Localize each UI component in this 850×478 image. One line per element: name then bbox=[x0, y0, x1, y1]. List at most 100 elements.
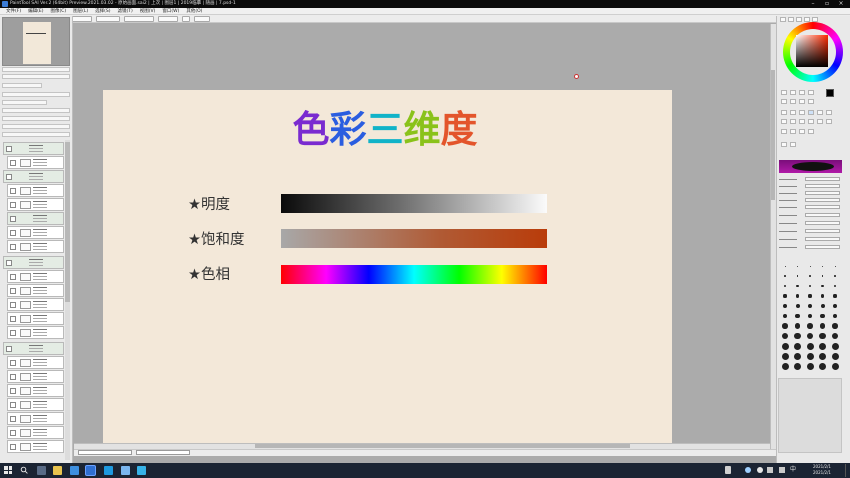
brush-size-dot[interactable] bbox=[820, 304, 825, 308]
layer-item[interactable] bbox=[7, 356, 64, 369]
menu-view[interactable]: 视图(V) bbox=[140, 8, 156, 14]
tool-icon[interactable] bbox=[799, 99, 805, 104]
layer-item[interactable] bbox=[7, 198, 64, 211]
brush-tool-icon[interactable] bbox=[817, 110, 823, 115]
brush-size-dot[interactable] bbox=[834, 265, 836, 267]
brush-size-dot[interactable] bbox=[806, 332, 814, 340]
menu-select[interactable]: 选择(S) bbox=[95, 8, 110, 14]
brush-size-dot[interactable] bbox=[832, 313, 838, 319]
brush-tool-icon[interactable] bbox=[799, 129, 805, 134]
tool-icon[interactable] bbox=[790, 90, 796, 95]
brush-tool-icon[interactable] bbox=[808, 129, 814, 134]
layer-mode-dropdown[interactable] bbox=[2, 83, 42, 88]
brush-tool-icon[interactable] bbox=[826, 119, 832, 124]
brush-size-dot[interactable] bbox=[808, 294, 812, 298]
brush-size-dot[interactable] bbox=[819, 332, 826, 340]
brush-size-dot[interactable] bbox=[794, 352, 801, 360]
layer-item[interactable] bbox=[7, 312, 64, 325]
layer-folder[interactable] bbox=[7, 212, 64, 225]
menu-edit[interactable]: 编辑(E) bbox=[28, 8, 43, 14]
brush-preset-panel[interactable] bbox=[778, 378, 842, 453]
pressure-row[interactable] bbox=[779, 245, 842, 249]
brush-size-dot[interactable] bbox=[782, 313, 788, 319]
painttool-sai-icon[interactable] bbox=[86, 466, 95, 475]
brush-size-dot[interactable] bbox=[809, 275, 811, 277]
rotation-dropdown[interactable] bbox=[158, 16, 178, 22]
taskbar-clock[interactable]: 2021/2/1 2021/2/1 bbox=[802, 464, 842, 476]
brush-size-dot[interactable] bbox=[821, 284, 824, 288]
brush-tool-icon[interactable] bbox=[817, 119, 823, 124]
brush-size-dot[interactable] bbox=[809, 265, 811, 267]
brush-tool-icon[interactable] bbox=[790, 119, 796, 124]
rgb-toggle-icon[interactable] bbox=[788, 17, 794, 22]
volume-icon[interactable] bbox=[779, 467, 785, 473]
brush-size-dot[interactable] bbox=[819, 342, 826, 350]
layer-item[interactable] bbox=[7, 184, 64, 197]
tool-icon[interactable] bbox=[799, 90, 805, 95]
app-icon-cyan[interactable] bbox=[137, 466, 146, 475]
brush-size-dot[interactable] bbox=[784, 265, 786, 267]
blending-slider[interactable] bbox=[779, 221, 842, 225]
tray-icon[interactable] bbox=[757, 467, 763, 473]
app-icon-light-blue[interactable] bbox=[121, 466, 130, 475]
brush-tool-icon[interactable] bbox=[790, 142, 796, 147]
brush-size-dot[interactable] bbox=[808, 304, 812, 308]
brush-size-dot[interactable] bbox=[796, 275, 799, 277]
layer-item[interactable] bbox=[7, 412, 64, 425]
brush-size-dot[interactable] bbox=[794, 342, 801, 350]
brush-tool-icon[interactable] bbox=[781, 110, 787, 115]
tray-icon[interactable] bbox=[767, 467, 773, 473]
minimize-icon[interactable]: – bbox=[806, 0, 820, 8]
brush-size-dot[interactable] bbox=[783, 284, 787, 288]
brush-shape-row[interactable] bbox=[779, 205, 842, 209]
brush-size-dot[interactable] bbox=[821, 275, 824, 277]
toolbar-button[interactable] bbox=[182, 16, 190, 22]
hsv-toggle-icon[interactable] bbox=[796, 17, 802, 22]
brush-size-dot[interactable] bbox=[795, 294, 800, 298]
task-view-icon[interactable] bbox=[37, 466, 46, 475]
brush-tool-icon[interactable] bbox=[781, 119, 787, 124]
brush-size-dot[interactable] bbox=[807, 323, 813, 329]
brush-tool-icon[interactable] bbox=[808, 119, 814, 124]
tray-icon[interactable] bbox=[745, 467, 751, 473]
brush-size-dot[interactable] bbox=[781, 362, 789, 370]
layer-folder[interactable] bbox=[3, 170, 64, 183]
layer-item[interactable] bbox=[7, 370, 64, 383]
toolbar-dropdown[interactable] bbox=[96, 16, 120, 22]
brush-size-dot[interactable] bbox=[781, 332, 789, 340]
brush-size-dot[interactable] bbox=[833, 294, 837, 298]
brush-tool-icon-selected[interactable] bbox=[808, 110, 814, 115]
search-icon[interactable] bbox=[20, 466, 28, 474]
layer-folder[interactable] bbox=[3, 342, 64, 355]
layer-item[interactable] bbox=[7, 426, 64, 439]
toolbar-button[interactable] bbox=[194, 16, 210, 22]
layer-item[interactable] bbox=[7, 398, 64, 411]
brush-size-slider[interactable] bbox=[779, 184, 842, 188]
brush-size-dot[interactable] bbox=[831, 352, 839, 360]
layer-item[interactable] bbox=[7, 156, 64, 169]
brush-size-dot[interactable] bbox=[820, 294, 825, 298]
maximize-icon[interactable]: ▫ bbox=[820, 0, 834, 8]
min-size-slider[interactable] bbox=[779, 191, 842, 195]
layer-item[interactable] bbox=[7, 298, 64, 311]
menu-window[interactable]: 窗口(W) bbox=[162, 8, 179, 14]
layer-item[interactable] bbox=[7, 384, 64, 397]
start-icon[interactable] bbox=[4, 466, 12, 474]
brush-size-dot[interactable] bbox=[820, 313, 825, 319]
menu-filter[interactable]: 滤镜(T) bbox=[118, 8, 133, 14]
brush-tool-icon[interactable] bbox=[781, 142, 787, 147]
zoom-row[interactable] bbox=[2, 67, 70, 72]
current-color-swatch[interactable] bbox=[826, 89, 834, 97]
brush-tool-icon[interactable] bbox=[799, 119, 805, 124]
tool-icon[interactable] bbox=[790, 99, 796, 104]
close-icon[interactable]: × bbox=[834, 0, 848, 8]
document-tab[interactable] bbox=[78, 450, 132, 455]
saturation-value-square[interactable] bbox=[796, 35, 828, 67]
brush-size-dot[interactable] bbox=[794, 323, 801, 329]
tray-icon[interactable] bbox=[725, 466, 731, 474]
brush-size-dot[interactable] bbox=[781, 352, 789, 360]
protect-alpha-row[interactable] bbox=[2, 100, 47, 105]
layer-item[interactable] bbox=[7, 226, 64, 239]
brush-tool-icon[interactable] bbox=[790, 110, 796, 115]
brush-size-dot[interactable] bbox=[834, 275, 836, 277]
